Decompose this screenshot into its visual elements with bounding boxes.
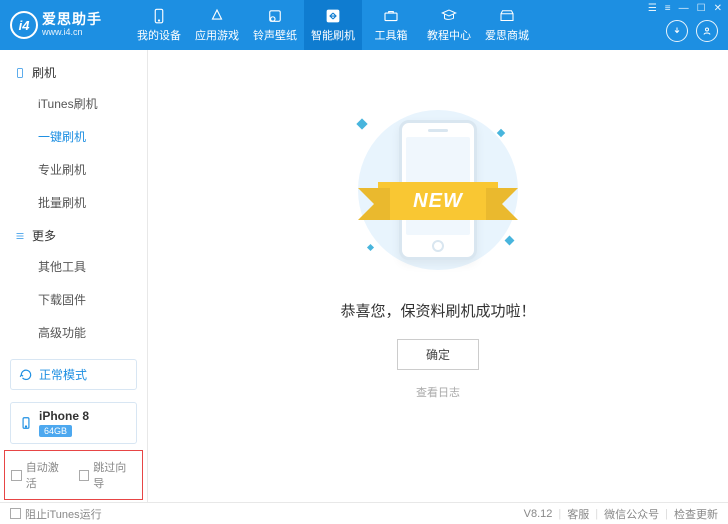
sidebar-section-more[interactable]: 更多 [0,219,147,250]
nav-my-device[interactable]: 我的设备 [130,0,188,50]
checkbox-icon [11,470,22,481]
user-icon[interactable] [696,20,718,42]
sidebar-item-pro-flash[interactable]: 专业刷机 [38,153,147,186]
sidebar-item-advanced[interactable]: 高级功能 [38,316,147,349]
nav-ringtone[interactable]: 铃声壁纸 [246,0,304,50]
device-icon [150,7,168,25]
check-skip-guide[interactable]: 跳过向导 [79,459,137,491]
refresh-icon [19,368,33,382]
status-link-wechat[interactable]: 微信公众号 [604,506,659,522]
device-box[interactable]: iPhone 8 64GB [10,402,137,444]
check-block-itunes[interactable]: 阻止iTunes运行 [10,506,102,522]
nav-toolbox[interactable]: 工具箱 [362,0,420,50]
store-icon [498,7,516,25]
logo-icon: i4 [10,11,38,39]
logo-title: 爱思助手 [42,12,102,27]
checkbox-icon [10,508,21,519]
sidebar-item-batch-flash[interactable]: 批量刷机 [38,186,147,219]
device-small-icon [19,416,33,430]
device-name: iPhone 8 [39,409,89,423]
status-bar: 阻止iTunes运行 V8.12 | 客服 | 微信公众号 | 检查更新 [0,502,728,524]
check-auto-activate[interactable]: 自动激活 [11,459,69,491]
sidebar-item-other-tools[interactable]: 其他工具 [38,250,147,283]
main-content: NEW 恭喜您，保资料刷机成功啦！ 确定 查看日志 [148,50,728,502]
list-icon [14,230,26,242]
nav-tutorial[interactable]: 教程中心 [420,0,478,50]
sidebar: 刷机 iTunes刷机 一键刷机 专业刷机 批量刷机 更多 其他工具 下载固件 … [0,50,148,502]
view-log-link[interactable]: 查看日志 [416,384,460,400]
ringtone-icon [266,7,284,25]
shopping-icon[interactable]: ☰ [648,3,657,14]
confirm-button[interactable]: 确定 [397,339,479,370]
sidebar-bottom-checks: 自动激活 跳过向导 [4,450,143,500]
checkbox-icon [79,470,90,481]
close-icon[interactable]: ✕ [714,3,722,14]
logo[interactable]: i4 爱思助手 www.i4.cn [0,0,130,50]
app-header: ☰ ≡ — ☐ ✕ i4 爱思助手 www.i4.cn 我的设备 应用游戏 铃声… [0,0,728,50]
download-icon[interactable] [666,20,688,42]
maximize-icon[interactable]: ☐ [697,3,706,14]
nav-store[interactable]: 爱思商城 [478,0,536,50]
window-controls: ☰ ≡ — ☐ ✕ [648,3,722,14]
top-nav: 我的设备 应用游戏 铃声壁纸 智能刷机 工具箱 教程中心 爱思商城 [130,0,666,50]
sidebar-section-flash[interactable]: 刷机 [0,56,147,87]
flash-icon [324,7,342,25]
status-link-support[interactable]: 客服 [567,506,589,522]
nav-apps[interactable]: 应用游戏 [188,0,246,50]
sidebar-item-itunes-flash[interactable]: iTunes刷机 [38,87,147,120]
success-message: 恭喜您，保资料刷机成功啦！ [340,300,535,321]
sidebar-item-download-firmware[interactable]: 下载固件 [38,283,147,316]
settings-icon[interactable]: ≡ [665,3,671,14]
tutorial-icon [440,7,458,25]
device-storage-badge: 64GB [39,425,72,437]
phone-outline-icon [14,67,26,79]
sidebar-item-oneclick-flash[interactable]: 一键刷机 [38,120,147,153]
nav-flash[interactable]: 智能刷机 [304,0,362,50]
new-ribbon: NEW [368,180,508,222]
mode-box[interactable]: 正常模式 [10,359,137,390]
success-illustration: NEW [338,100,538,280]
version-label: V8.12 [524,508,553,520]
toolbox-icon [382,7,400,25]
status-link-update[interactable]: 检查更新 [674,506,718,522]
apps-icon [208,7,226,25]
logo-url: www.i4.cn [42,28,102,38]
minimize-icon[interactable]: — [679,3,689,14]
